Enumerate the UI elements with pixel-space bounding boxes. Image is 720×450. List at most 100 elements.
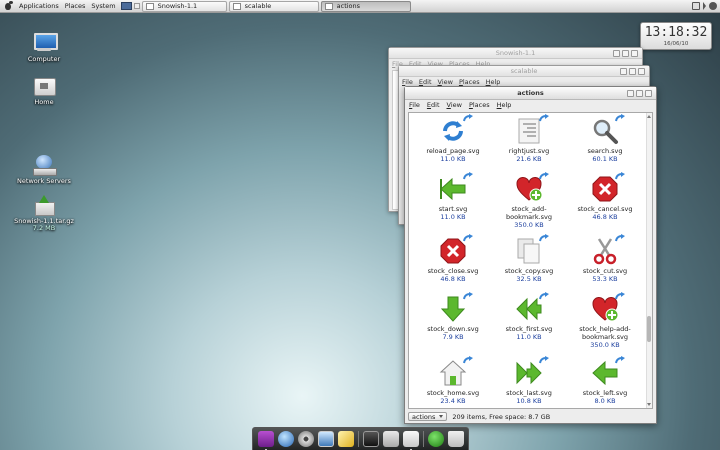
link-arrow-icon: [463, 114, 473, 122]
file-item[interactable]: search.svg 60.1 KB: [565, 114, 645, 163]
scrollbar-thumb[interactable]: [647, 316, 651, 342]
link-arrow-icon: [615, 234, 625, 242]
desktop-icon-archive[interactable]: Snowish-1.1.tar.gz 7.2 MB: [14, 195, 74, 232]
clock-time: 13:18:32: [644, 25, 708, 40]
dock-terminal-icon[interactable]: [362, 431, 379, 447]
vertical-scrollbar[interactable]: [646, 113, 652, 408]
menu-places[interactable]: Places: [469, 100, 490, 111]
link-arrow-icon: [463, 234, 473, 242]
file-item[interactable]: reload_page.svg 11.0 KB: [413, 114, 493, 163]
task-actions[interactable]: actions: [320, 0, 411, 12]
desktop-icon-size: 7.2 MB: [32, 224, 56, 232]
dock-trash-icon[interactable]: [447, 431, 464, 447]
file-item[interactable]: stock_cut.svg 53.3 KB: [565, 234, 645, 283]
system-tray: [692, 2, 720, 10]
task-scalable[interactable]: scalable: [228, 0, 319, 12]
battery-icon[interactable]: [692, 2, 700, 10]
menu-applications[interactable]: Applications: [16, 2, 62, 10]
launcher-icon[interactable]: [133, 3, 140, 9]
file-item[interactable]: start.svg 11.0 KB: [413, 172, 493, 221]
dock-media-icon[interactable]: [297, 431, 314, 447]
file-size: 46.8 KB: [592, 213, 618, 221]
status-summary: 209 items, Free space: 8.7 GB: [452, 412, 551, 421]
task-snowish[interactable]: Snowish-1.1: [141, 0, 227, 12]
menu-file[interactable]: File: [409, 100, 420, 111]
scroll-up-arrow-icon[interactable]: [647, 115, 651, 118]
folder-icon: [232, 2, 241, 10]
window-title[interactable]: Snowish-1.1: [389, 48, 642, 59]
file-item[interactable]: stock_add-bookmark.svg 350.0 KB: [489, 172, 569, 229]
copy-icon: [515, 234, 549, 265]
file-item[interactable]: stock_first.svg 11.0 KB: [489, 292, 569, 341]
clock-date: 16/06/10: [663, 41, 689, 47]
menu-edit[interactable]: Edit: [427, 100, 440, 111]
close-button[interactable]: [631, 50, 638, 57]
desktop-icon-computer[interactable]: Computer: [14, 33, 74, 63]
dock-package-icon[interactable]: [382, 431, 399, 447]
dock-network-icon[interactable]: [427, 431, 444, 447]
show-desktop-icon[interactable]: [120, 2, 132, 10]
file-item[interactable]: stock_last.svg 10.8 KB: [489, 356, 569, 405]
desktop-icon-label: Network Servers: [17, 177, 71, 185]
link-arrow-icon: [539, 356, 549, 364]
window-titlebar[interactable]: actions: [405, 87, 656, 100]
file-item[interactable]: stock_left.svg 8.0 KB: [565, 356, 645, 405]
task-label: scalable: [244, 2, 272, 10]
power-icon[interactable]: [709, 2, 717, 10]
dock-home-folder-icon[interactable]: [402, 431, 419, 450]
menu-help[interactable]: Help: [497, 100, 512, 111]
desktop-icon-home[interactable]: Home: [14, 76, 74, 106]
dock-separator: [357, 431, 359, 447]
dock: [252, 427, 469, 450]
left-arrow-icon: [591, 356, 625, 387]
file-name: stock_down.svg: [427, 325, 479, 333]
archive-icon: [33, 195, 55, 216]
home-folder-icon: [33, 76, 56, 96]
file-size: 10.8 KB: [516, 397, 542, 405]
dock-separator: [422, 431, 424, 447]
folder-icon: [145, 2, 154, 10]
window-title: actions: [517, 89, 544, 97]
minimize-button[interactable]: [627, 90, 634, 97]
file-item[interactable]: rightjust.svg 21.6 KB: [489, 114, 569, 163]
link-arrow-icon: [615, 172, 625, 180]
location-combo[interactable]: actions: [408, 412, 448, 421]
scroll-down-arrow-icon[interactable]: [647, 403, 651, 406]
file-size: 53.3 KB: [592, 275, 618, 283]
file-item[interactable]: stock_copy.svg 32.5 KB: [489, 234, 569, 283]
status-bar: actions 209 items, Free space: 8.7 GB: [408, 411, 653, 422]
minimize-button[interactable]: [613, 50, 620, 57]
gnome-foot-icon[interactable]: [4, 1, 14, 11]
file-item[interactable]: stock_home.svg 23.4 KB: [413, 356, 493, 405]
file-name: stock_home.svg: [426, 389, 480, 397]
window-actions[interactable]: actions File Edit View Places Help reloa…: [404, 86, 657, 424]
file-item[interactable]: stock_help-add-bookmark.svg 350.0 KB: [565, 292, 645, 349]
file-item[interactable]: stock_cancel.svg 46.8 KB: [565, 172, 645, 221]
volume-icon[interactable]: [703, 2, 706, 10]
menu-system[interactable]: System: [88, 2, 118, 10]
maximize-button[interactable]: [636, 90, 643, 97]
file-size: 350.0 KB: [590, 341, 620, 349]
dock-editor-icon[interactable]: [337, 431, 354, 447]
window-buttons: [627, 90, 652, 97]
file-name: stock_add-bookmark.svg: [505, 205, 553, 221]
maximize-button[interactable]: [622, 50, 629, 57]
menu-places[interactable]: Places: [62, 2, 89, 10]
computer-icon: [33, 33, 58, 53]
close-button[interactable]: [638, 68, 645, 75]
minimize-button[interactable]: [620, 68, 627, 75]
menu-view[interactable]: View: [447, 100, 462, 111]
link-arrow-icon: [539, 172, 549, 180]
dock-launcher-icon[interactable]: [257, 431, 274, 450]
file-item[interactable]: stock_close.svg 46.8 KB: [413, 234, 493, 283]
window-title[interactable]: scalable: [399, 66, 649, 77]
file-name: stock_cancel.svg: [577, 205, 633, 213]
file-item[interactable]: stock_down.svg 7.9 KB: [413, 292, 493, 341]
dock-browser-icon[interactable]: [277, 431, 294, 447]
close-button[interactable]: [645, 90, 652, 97]
file-size: 11.0 KB: [440, 155, 466, 163]
maximize-button[interactable]: [629, 68, 636, 75]
dock-image-viewer-icon[interactable]: [317, 431, 334, 447]
icon-view[interactable]: reload_page.svg 11.0 KB rightjust.svg 21…: [408, 112, 653, 409]
desktop-icon-network-servers[interactable]: Network Servers: [14, 155, 74, 185]
